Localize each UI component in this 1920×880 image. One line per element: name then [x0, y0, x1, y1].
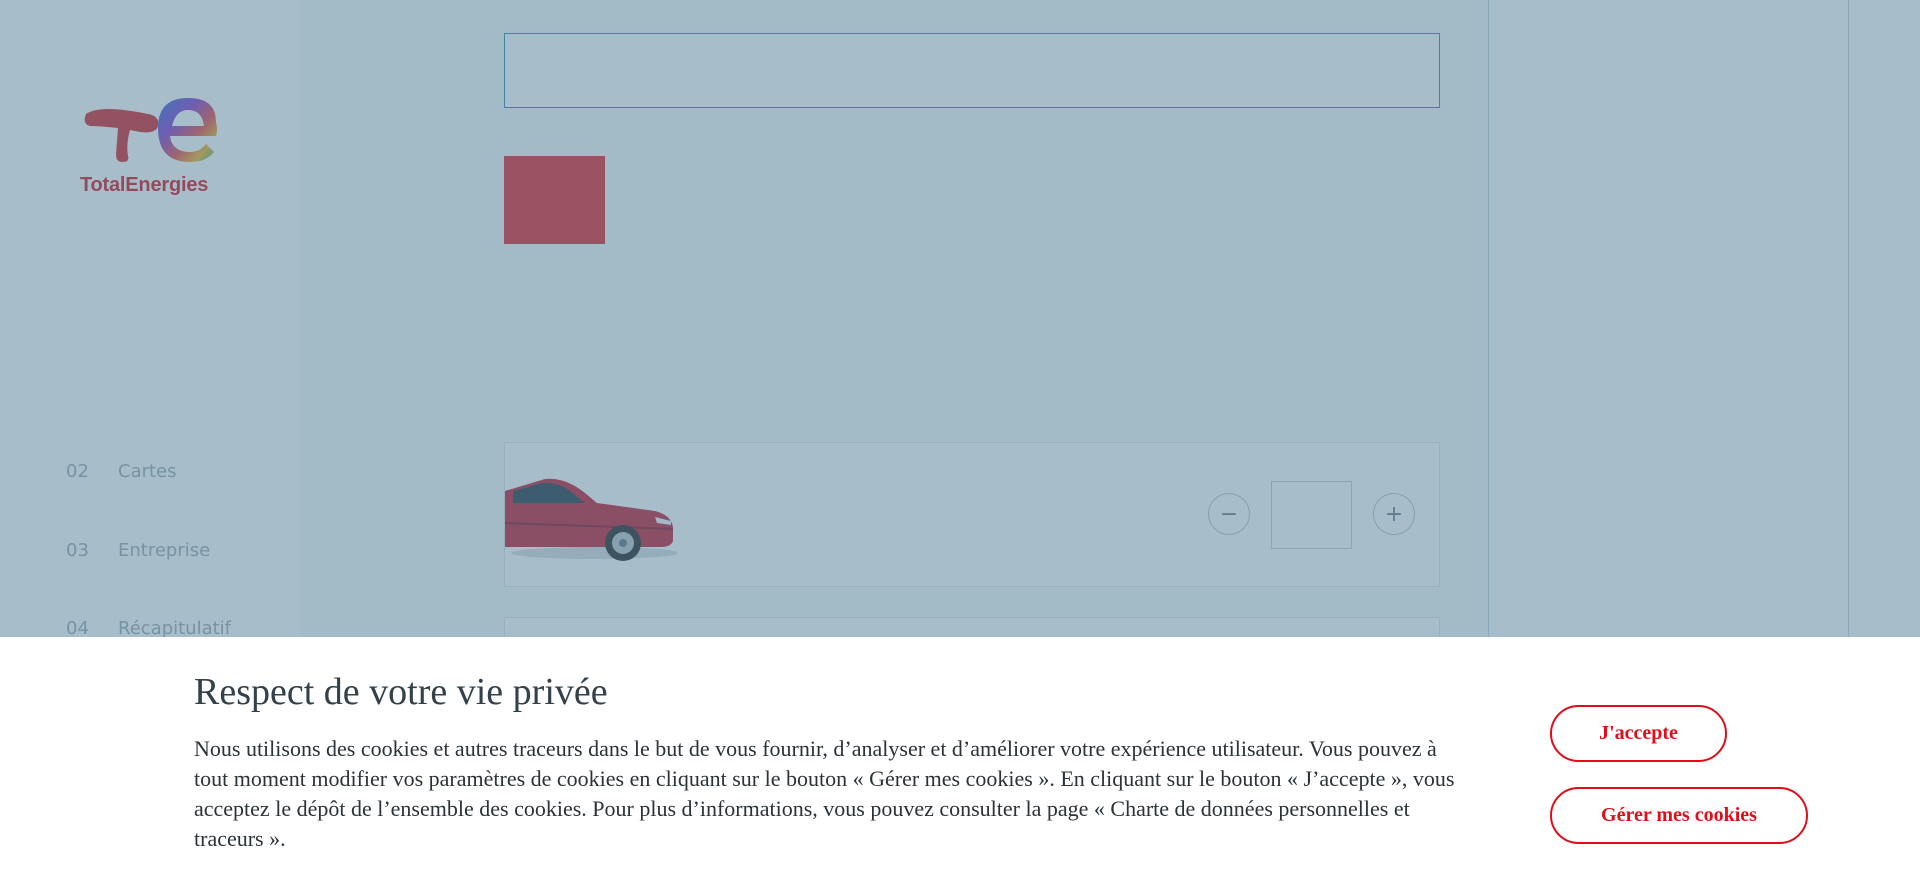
accept-cookies-button[interactable]: J'accepte	[1550, 705, 1727, 762]
manage-cookies-button[interactable]: Gérer mes cookies	[1550, 787, 1808, 844]
cookie-banner: Respect de votre vie privée Nous utiliso…	[0, 637, 1920, 880]
cookie-title: Respect de votre vie privée	[194, 671, 608, 713]
cookie-description: Nous utilisons des cookies et autres tra…	[194, 736, 1455, 851]
